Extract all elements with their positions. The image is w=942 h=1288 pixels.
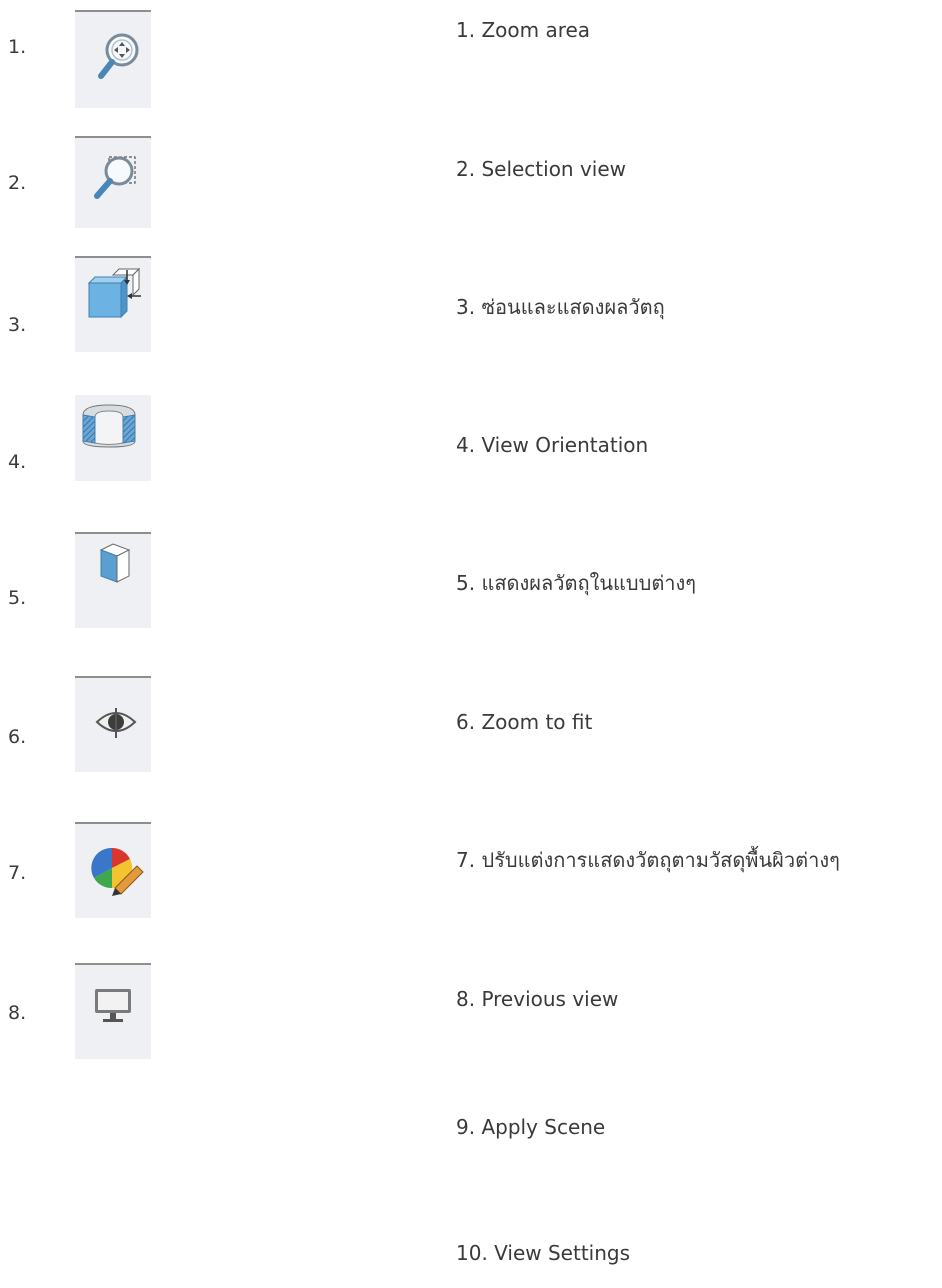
display-style-cube-icon [99,543,131,583]
appearance-ball-pencil-icon [91,847,144,896]
section-view-cylinder-icon [82,404,136,448]
description-appearance: 7. ปรับแต่งการแสดงวัตถุตามวัสดุพื้นผิวต่… [456,848,840,872]
zoom-area-button[interactable] [75,10,151,108]
zoom-to-fit-button[interactable] [75,676,151,772]
description-selection-view: 2. Selection view [456,157,627,181]
description-apply-scene: 9. Apply Scene [456,1115,606,1139]
description-previous-view: 8. Previous view [456,987,619,1011]
row-number-8: 8. [8,1002,27,1024]
hide-show-button[interactable] [75,256,151,352]
row-number-3: 3. [8,314,27,336]
description-zoom-area: 1. Zoom area [456,18,591,42]
appearance-button[interactable] [75,822,151,918]
previous-view-button[interactable] [75,963,151,1059]
hide-show-cube-icon [87,267,141,319]
eye-icon [95,708,137,738]
row-number-5: 5. [8,587,27,609]
row-number-1: 1. [8,36,27,58]
description-display-style: 5. แสดงผลวัตถุในแบบต่างๆ [456,571,697,595]
description-hide-show: 3. ซ่อนและแสดงผลวัตถุ [456,295,665,319]
monitor-icon [95,989,131,1022]
selection-view-button[interactable] [75,136,151,228]
row-number-4: 4. [8,451,27,473]
selection-view-magnifier-icon [94,156,136,199]
row-number-6: 6. [8,726,27,748]
description-zoom-to-fit: 6. Zoom to fit [456,710,593,734]
row-number-2: 2. [8,172,27,194]
display-style-button[interactable] [75,532,151,628]
row-number-7: 7. [8,862,27,884]
description-view-orientation: 4. View Orientation [456,433,649,457]
view-orientation-button[interactable] [75,395,151,481]
description-view-settings: 10. View Settings [456,1241,631,1265]
zoom-area-magnifier-icon [98,33,139,79]
